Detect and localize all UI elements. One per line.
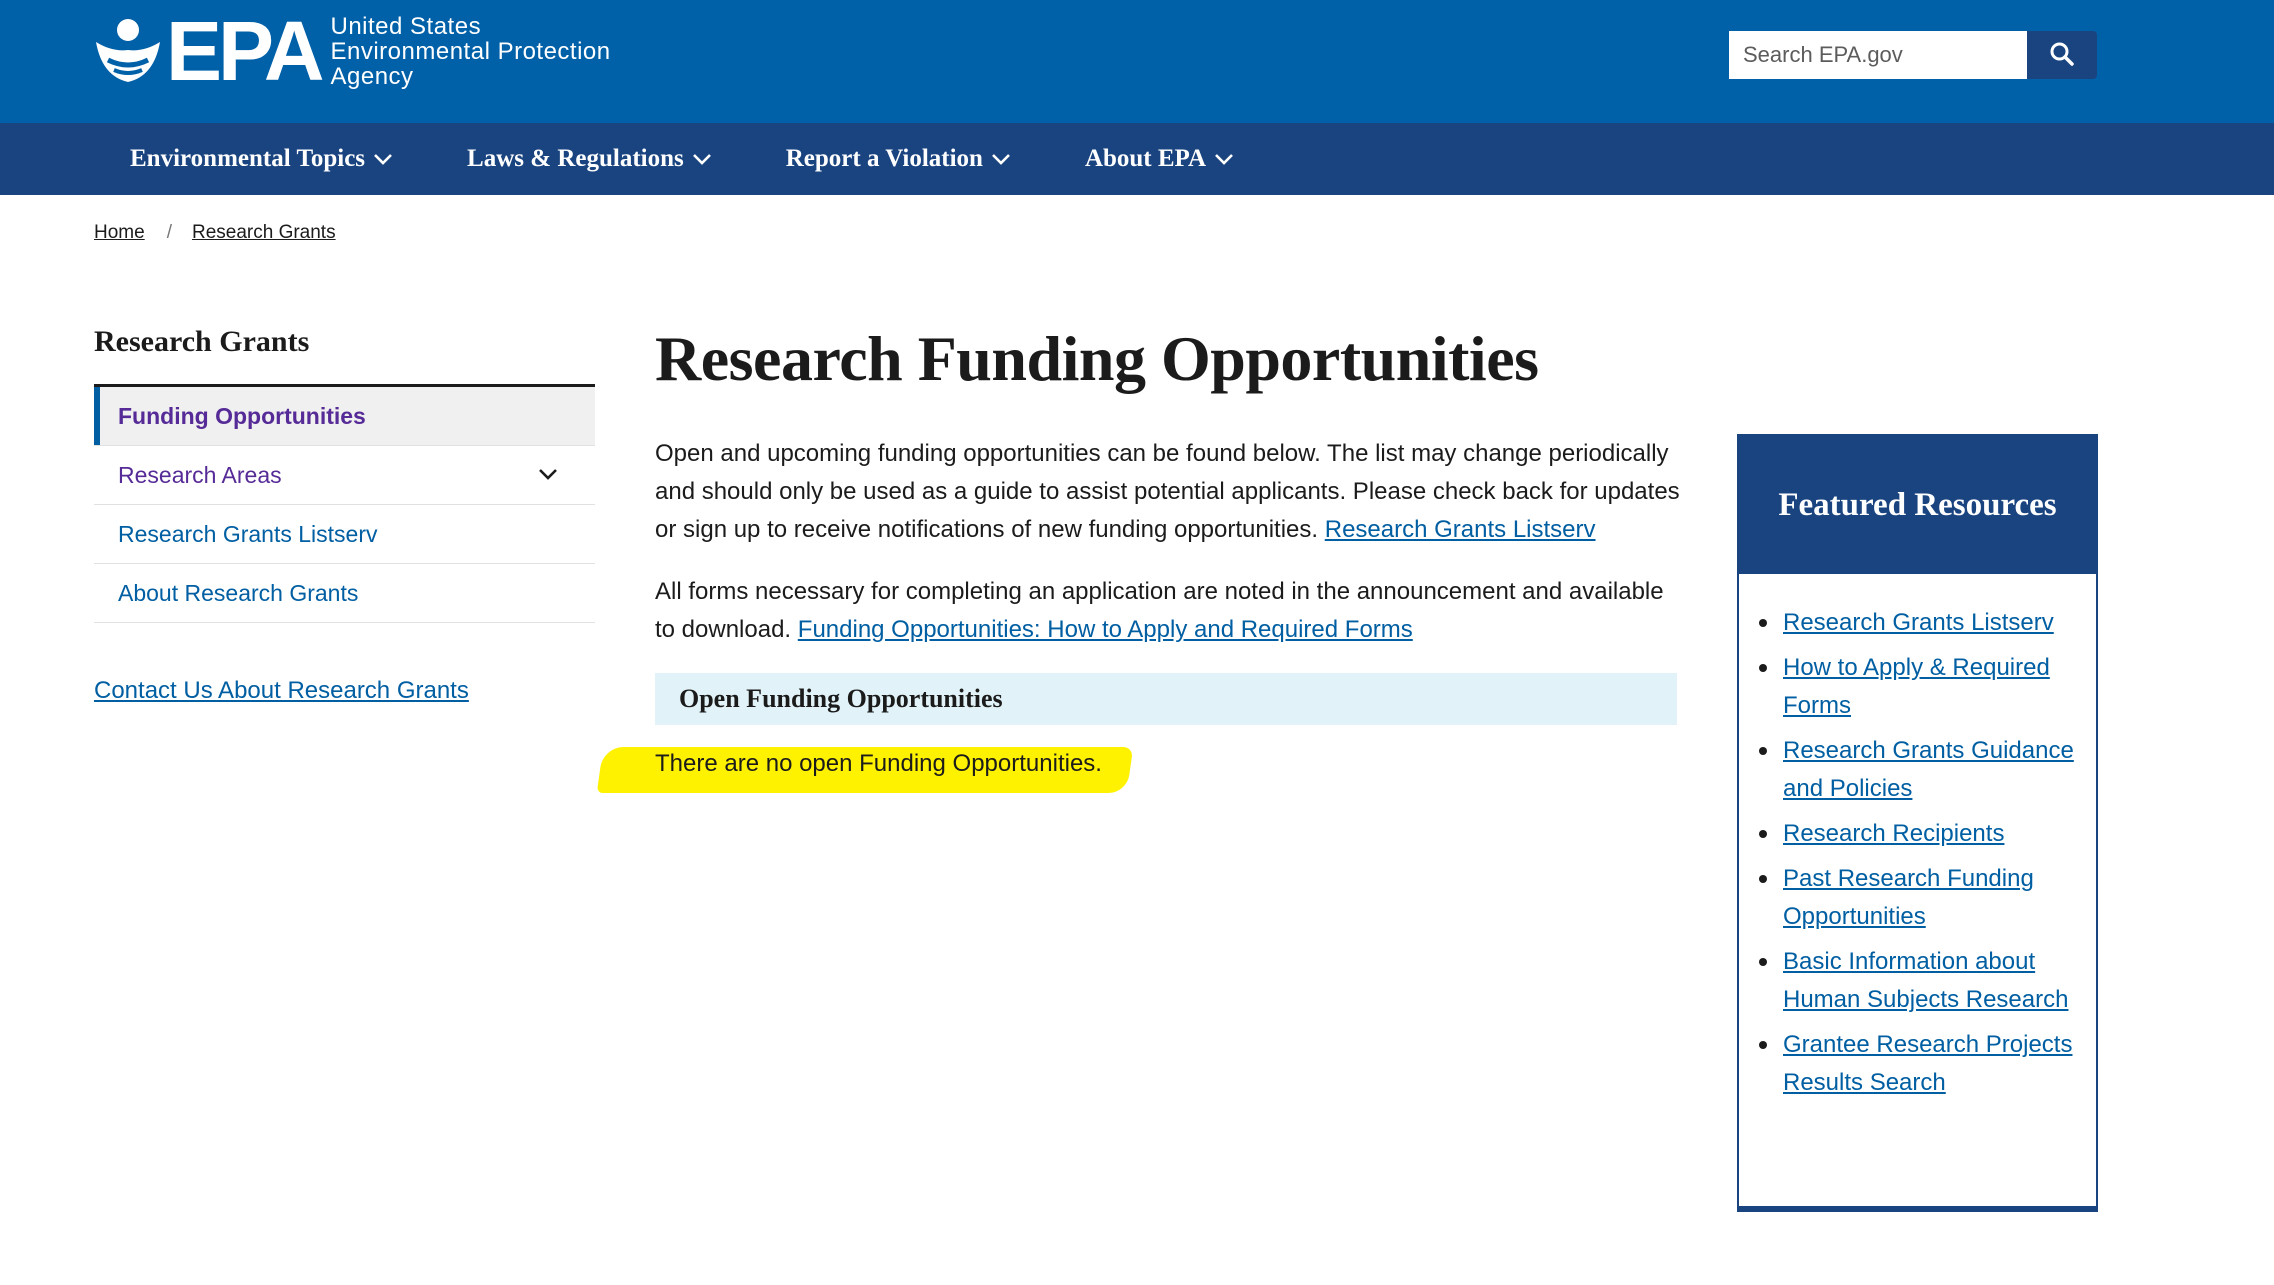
featured-link-human-subjects[interactable]: Basic Information about Human Subjects R… bbox=[1783, 948, 2068, 1013]
listserv-link[interactable]: Research Grants Listserv bbox=[1325, 516, 1596, 543]
nav-label: Environmental Topics bbox=[130, 145, 366, 172]
breadcrumb-separator: / bbox=[166, 222, 172, 243]
page-title: Research Funding Opportunities bbox=[655, 323, 1539, 394]
featured-resources-box: Featured Resources Research Grants Lists… bbox=[1737, 434, 2098, 1212]
sidebar-item-research-areas[interactable]: Research Areas bbox=[94, 446, 595, 505]
main-nav: Environmental Topics Laws & Regulations … bbox=[0, 123, 2274, 195]
no-open-opportunities-text: There are no open Funding Opportunities. bbox=[655, 750, 1102, 777]
breadcrumb-home[interactable]: Home bbox=[94, 222, 145, 244]
list-item: Past Research Funding Opportunities bbox=[1759, 860, 2076, 936]
list-item: Research Recipients bbox=[1759, 815, 2076, 853]
list-item: Grantee Research Projects Results Search bbox=[1759, 1026, 2076, 1102]
breadcrumb-research-grants[interactable]: Research Grants bbox=[192, 222, 336, 244]
nav-label: Report a Violation bbox=[785, 145, 983, 172]
sidebar-item-label: Research Areas bbox=[118, 461, 282, 488]
open-opportunities-heading: Open Funding Opportunities bbox=[655, 673, 1677, 725]
sidebar-item-funding-opportunities[interactable]: Funding Opportunities bbox=[94, 387, 595, 446]
logo-wordmark: EPA bbox=[166, 4, 324, 98]
featured-link-guidance-policies[interactable]: Research Grants Guidance and Policies bbox=[1783, 737, 2074, 802]
sidebar-item-listserv[interactable]: Research Grants Listserv bbox=[94, 505, 595, 564]
chevron-down-icon[interactable] bbox=[537, 466, 559, 482]
search-form bbox=[1729, 31, 2097, 79]
how-to-apply-link[interactable]: Funding Opportunities: How to Apply and … bbox=[798, 616, 1413, 643]
featured-link-how-to-apply[interactable]: How to Apply & Required Forms bbox=[1783, 654, 2050, 719]
featured-resources-title: Featured Resources bbox=[1739, 436, 2096, 574]
chevron-down-icon bbox=[992, 154, 1010, 165]
forms-paragraph: All forms necessary for completing an ap… bbox=[655, 573, 1685, 649]
intro-paragraph: Open and upcoming funding opportunities … bbox=[655, 435, 1685, 549]
nav-report-violation[interactable]: Report a Violation bbox=[786, 145, 1011, 173]
featured-link-results-search[interactable]: Grantee Research Projects Results Search bbox=[1783, 1031, 2072, 1096]
list-item: Research Grants Guidance and Policies bbox=[1759, 732, 2076, 808]
agency-line-1: United States bbox=[330, 12, 482, 40]
sidebar-item-label: Funding Opportunities bbox=[118, 402, 366, 429]
agency-name: United States Environmental Protection A… bbox=[330, 14, 610, 89]
epa-logo[interactable]: EPA United States Environmental Protecti… bbox=[94, 4, 611, 98]
list-item: Research Grants Listserv bbox=[1759, 604, 2076, 642]
featured-link-listserv[interactable]: Research Grants Listserv bbox=[1783, 609, 2054, 636]
search-button[interactable] bbox=[2027, 31, 2097, 79]
nav-label: Laws & Regulations bbox=[467, 145, 684, 172]
search-input[interactable] bbox=[1729, 31, 2027, 79]
featured-link-recipients[interactable]: Research Recipients bbox=[1783, 820, 2004, 847]
contact-us-link[interactable]: Contact Us About Research Grants bbox=[94, 677, 469, 705]
featured-resources-list: Research Grants Listserv How to Apply & … bbox=[1739, 574, 2096, 1102]
nav-environmental-topics[interactable]: Environmental Topics bbox=[130, 145, 393, 173]
list-item: Basic Information about Human Subjects R… bbox=[1759, 943, 2076, 1019]
featured-link-past-opportunities[interactable]: Past Research Funding Opportunities bbox=[1783, 865, 2034, 930]
sidebar-item-label: About Research Grants bbox=[118, 579, 359, 606]
sidebar-item-about-research-grants[interactable]: About Research Grants bbox=[94, 564, 595, 623]
agency-line-2: Environmental Protection bbox=[330, 37, 611, 65]
sidebar-item-label: Research Grants Listserv bbox=[118, 520, 378, 547]
chevron-down-icon bbox=[1215, 154, 1233, 165]
sidebar-nav: Funding Opportunities Research Areas Res… bbox=[94, 384, 595, 623]
sidebar-title: Research Grants bbox=[94, 325, 310, 358]
chevron-down-icon bbox=[374, 154, 392, 165]
epa-flower-icon bbox=[94, 16, 162, 86]
search-icon bbox=[2049, 41, 2075, 70]
list-item: How to Apply & Required Forms bbox=[1759, 649, 2076, 725]
nav-about-epa[interactable]: About EPA bbox=[1085, 145, 1234, 173]
agency-line-3: Agency bbox=[330, 62, 414, 90]
breadcrumb: Home / Research Grants bbox=[94, 222, 336, 244]
chevron-down-icon bbox=[692, 154, 711, 165]
nav-label: About EPA bbox=[1084, 145, 1207, 172]
site-header: EPA United States Environmental Protecti… bbox=[0, 0, 2274, 123]
nav-laws-regulations[interactable]: Laws & Regulations bbox=[467, 145, 712, 173]
